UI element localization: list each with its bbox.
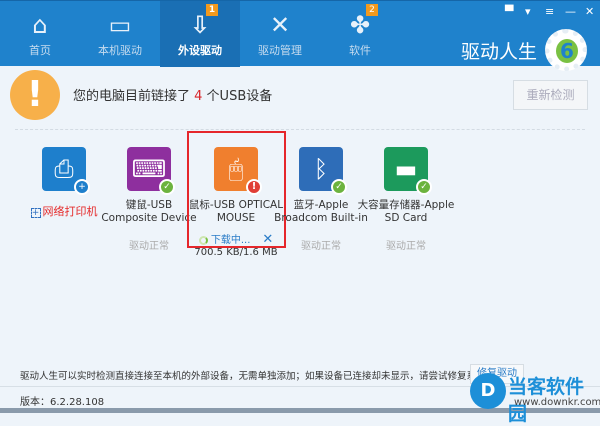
tools-icon: ✕ [269,11,291,39]
device-name: 大容量存储器-Apple SD Card [357,199,455,224]
tab-driver-management[interactable]: ✕ 驱动管理 [240,1,320,67]
tab-label: 首页 [29,44,51,57]
divider [15,129,585,130]
tab-label: 本机驱动 [98,44,142,57]
tab-label: 外设驱动 [178,44,222,57]
device-storage[interactable]: ▬ ✓ 大容量存储器-Apple SD Card 驱动正常 [356,147,456,252]
warning-icon: ! [10,70,60,120]
rescan-button[interactable]: 重新检测 [513,80,588,110]
home-icon: ⌂ [32,11,48,39]
device-name: 键鼠-USB Composite Device [101,199,197,224]
brand-name: 驱动人生 [461,41,538,63]
badge: 2 [366,4,378,16]
tab-peripheral-drivers[interactable]: ⇩ 1 外设驱动 [160,1,240,67]
driver-status: 驱动正常 [386,241,426,252]
feedback-icon[interactable]: ▀ [505,5,513,18]
storage-icon: ▬ ✓ [384,147,432,195]
close-icon[interactable]: ✕ [585,5,594,18]
skin-icon[interactable]: ▾ [525,5,531,18]
device-keyboard-mouse[interactable]: ⌨ ✓ 键鼠-USB Composite Device 驱动正常 [99,147,199,252]
text: 个USB设备 [202,89,273,104]
tab-home[interactable]: ⌂ 首页 [0,1,80,67]
label: 网络打印机 [42,205,98,218]
version-label: 版本：6.2.28.108 [20,397,105,408]
logo-digit: 6 [556,39,578,63]
check-icon: ✓ [416,179,432,195]
tab-label: 驱动管理 [258,44,302,57]
bluetooth-icon: ᛒ ✓ [299,147,347,195]
brand-logo: 6 [545,29,587,71]
keyboard-mouse-icon: ⌨ ✓ [127,147,175,195]
check-icon: ✓ [331,179,347,195]
hint-text: 驱动人生可以实时检测直接连接至本机的外部设备，无需单独添加；如果设备已连接却未显… [20,371,508,382]
printer-icon: ⎙ + [42,147,90,195]
text: 您的电脑目前链接了 [73,89,195,104]
watermark-logo: D 当客软件园 www.downkr.com [470,368,600,425]
minimize-icon[interactable]: — [565,5,576,18]
top-nav: ⌂ 首页 ▭ 本机驱动 ⇩ 1 外设驱动 ✕ 驱动管理 ✤ 2 软件 ▀ ▾ ≡ — ✕ 驱动… [0,0,600,71]
menu-icon[interactable]: ≡ [545,5,554,18]
plus-icon: + [30,208,41,218]
badge: 1 [206,4,218,16]
tab-software[interactable]: ✤ 2 软件 [320,1,400,67]
check-icon: ✓ [159,179,175,195]
tab-label: 软件 [349,44,371,57]
usb-count-message: 您的电脑目前链接了 4 个USB设备 [73,85,272,104]
monitor-icon: ▭ [108,11,132,39]
driver-status: 驱动正常 [129,241,169,252]
tab-local-drivers[interactable]: ▭ 本机驱动 [80,1,160,67]
